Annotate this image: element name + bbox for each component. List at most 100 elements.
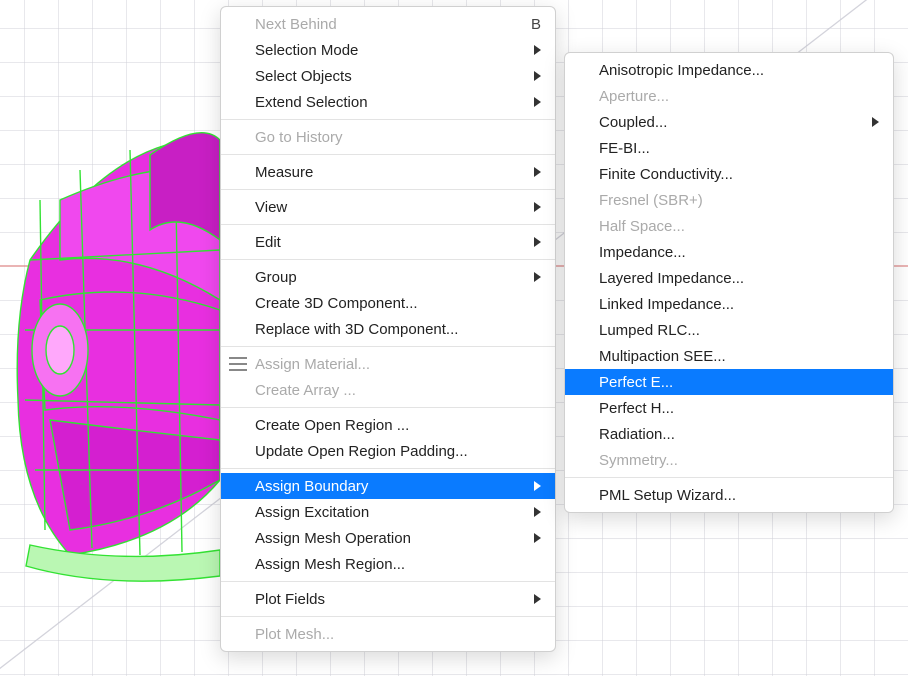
menu-item-symmetry: Symmetry... xyxy=(565,447,893,473)
menu-item-finite-conductivity[interactable]: Finite Conductivity... xyxy=(565,161,893,187)
menu-item-edit[interactable]: Edit xyxy=(221,229,555,255)
menu-item-label: Linked Impedance... xyxy=(599,296,879,313)
chevron-right-icon xyxy=(534,202,541,212)
menu-item-assign-mesh-operation[interactable]: Assign Mesh Operation xyxy=(221,525,555,551)
menu-item-label: FE-BI... xyxy=(599,140,879,157)
chevron-right-icon xyxy=(534,507,541,517)
menu-shortcut: B xyxy=(511,16,541,33)
menu-item-label: Fresnel (SBR+) xyxy=(599,192,879,209)
menu-item-label: Anisotropic Impedance... xyxy=(599,62,879,79)
menu-item-select-objects[interactable]: Select Objects xyxy=(221,63,555,89)
menu-item-label: Assign Mesh Operation xyxy=(255,530,526,547)
chevron-right-icon xyxy=(534,481,541,491)
menu-item-perfect-e[interactable]: Perfect E... xyxy=(565,369,893,395)
chevron-right-icon xyxy=(534,272,541,282)
menu-separator xyxy=(565,477,893,478)
chevron-right-icon xyxy=(872,117,879,127)
menu-separator xyxy=(221,224,555,225)
menu-item-measure[interactable]: Measure xyxy=(221,159,555,185)
menu-item-label: Selection Mode xyxy=(255,42,526,59)
menu-item-plot-fields[interactable]: Plot Fields xyxy=(221,586,555,612)
menu-separator xyxy=(221,189,555,190)
menu-item-assign-boundary[interactable]: Assign Boundary xyxy=(221,473,555,499)
menu-separator xyxy=(221,407,555,408)
chevron-right-icon xyxy=(534,594,541,604)
menu-item-create-3d-component[interactable]: Create 3D Component... xyxy=(221,290,555,316)
menu-item-impedance[interactable]: Impedance... xyxy=(565,239,893,265)
menu-item-label: Edit xyxy=(255,234,526,251)
chevron-right-icon xyxy=(534,71,541,81)
menu-item-linked-impedance[interactable]: Linked Impedance... xyxy=(565,291,893,317)
menu-item-label: Next Behind xyxy=(255,16,511,33)
chevron-right-icon xyxy=(534,533,541,543)
menu-item-label: Select Objects xyxy=(255,68,526,85)
menu-item-lumped-rlc[interactable]: Lumped RLC... xyxy=(565,317,893,343)
menu-item-assign-mesh-region[interactable]: Assign Mesh Region... xyxy=(221,551,555,577)
menu-item-next-behind: Next BehindB xyxy=(221,11,555,37)
menu-item-label: Group xyxy=(255,269,526,286)
menu-separator xyxy=(221,616,555,617)
menu-item-label: Go to History xyxy=(255,129,541,146)
menu-item-label: Assign Mesh Region... xyxy=(255,556,541,573)
menu-item-label: Create Open Region ... xyxy=(255,417,541,434)
menu-item-assign-material: Assign Material... xyxy=(221,351,555,377)
menu-item-selection-mode[interactable]: Selection Mode xyxy=(221,37,555,63)
context-menu[interactable]: Next BehindB Selection Mode Select Objects… xyxy=(220,6,556,652)
menu-item-label: Half Space... xyxy=(599,218,879,235)
chevron-right-icon xyxy=(534,45,541,55)
menu-item-label: Perfect E... xyxy=(599,374,879,391)
material-icon xyxy=(229,357,247,371)
menu-separator xyxy=(221,468,555,469)
chevron-right-icon xyxy=(534,167,541,177)
menu-item-label: Aperture... xyxy=(599,88,879,105)
menu-item-create-open-region[interactable]: Create Open Region ... xyxy=(221,412,555,438)
chevron-right-icon xyxy=(534,97,541,107)
menu-item-label: Symmetry... xyxy=(599,452,879,469)
menu-item-view[interactable]: View xyxy=(221,194,555,220)
menu-item-radiation[interactable]: Radiation... xyxy=(565,421,893,447)
menu-item-label: Create 3D Component... xyxy=(255,295,541,312)
menu-item-label: Assign Material... xyxy=(255,356,541,373)
menu-separator xyxy=(221,581,555,582)
menu-item-label: View xyxy=(255,199,526,216)
menu-item-multipaction-see[interactable]: Multipaction SEE... xyxy=(565,343,893,369)
menu-item-label: Perfect H... xyxy=(599,400,879,417)
menu-item-half-space: Half Space... xyxy=(565,213,893,239)
menu-item-fresnel-sbr: Fresnel (SBR+) xyxy=(565,187,893,213)
menu-item-label: Assign Excitation xyxy=(255,504,526,521)
menu-item-label: Coupled... xyxy=(599,114,864,131)
menu-item-anisotropic-impedance[interactable]: Anisotropic Impedance... xyxy=(565,57,893,83)
menu-item-create-array: Create Array ... xyxy=(221,377,555,403)
menu-item-label: PML Setup Wizard... xyxy=(599,487,879,504)
menu-item-update-open-region-padding[interactable]: Update Open Region Padding... xyxy=(221,438,555,464)
menu-item-perfect-h[interactable]: Perfect H... xyxy=(565,395,893,421)
menu-item-fe-bi[interactable]: FE-BI... xyxy=(565,135,893,161)
menu-item-layered-impedance[interactable]: Layered Impedance... xyxy=(565,265,893,291)
menu-item-assign-excitation[interactable]: Assign Excitation xyxy=(221,499,555,525)
menu-item-label: Layered Impedance... xyxy=(599,270,879,287)
menu-item-label: Assign Boundary xyxy=(255,478,526,495)
menu-item-label: Plot Fields xyxy=(255,591,526,608)
menu-item-label: Finite Conductivity... xyxy=(599,166,879,183)
menu-item-label: Plot Mesh... xyxy=(255,626,541,643)
menu-separator xyxy=(221,346,555,347)
menu-item-go-to-history: Go to History xyxy=(221,124,555,150)
menu-item-label: Radiation... xyxy=(599,426,879,443)
menu-separator xyxy=(221,119,555,120)
menu-item-label: Impedance... xyxy=(599,244,879,261)
menu-item-label: Measure xyxy=(255,164,526,181)
submenu-assign-boundary[interactable]: Anisotropic Impedance... Aperture... Coupl… xyxy=(564,52,894,513)
menu-item-label: Lumped RLC... xyxy=(599,322,879,339)
menu-separator xyxy=(221,259,555,260)
menu-item-replace-with-3d-component[interactable]: Replace with 3D Component... xyxy=(221,316,555,342)
menu-item-label: Update Open Region Padding... xyxy=(255,443,541,460)
menu-item-plot-mesh: Plot Mesh... xyxy=(221,621,555,647)
menu-item-extend-selection[interactable]: Extend Selection xyxy=(221,89,555,115)
menu-item-group[interactable]: Group xyxy=(221,264,555,290)
menu-item-pml-setup-wizard[interactable]: PML Setup Wizard... xyxy=(565,482,893,508)
menu-item-label: Replace with 3D Component... xyxy=(255,321,541,338)
menu-item-label: Create Array ... xyxy=(255,382,541,399)
menu-item-label: Extend Selection xyxy=(255,94,526,111)
menu-item-label: Multipaction SEE... xyxy=(599,348,879,365)
menu-item-coupled[interactable]: Coupled... xyxy=(565,109,893,135)
